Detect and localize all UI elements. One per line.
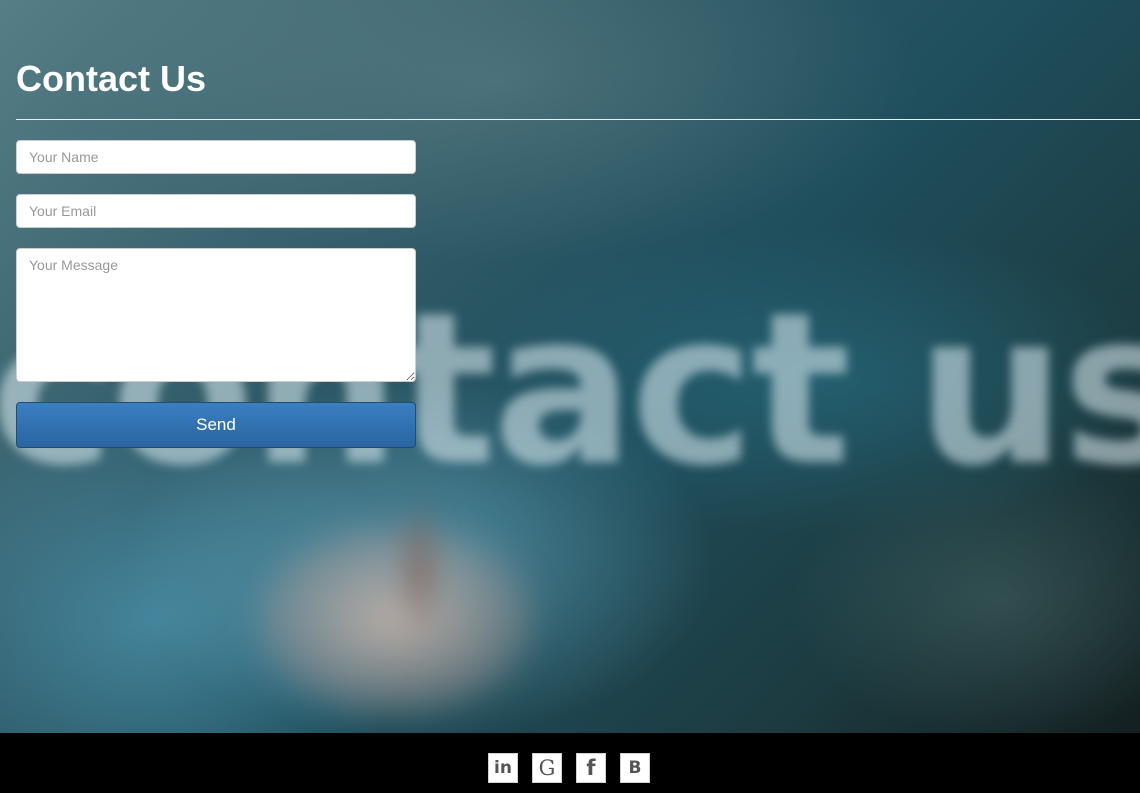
page-title: Contact Us (16, 58, 207, 99)
background-finger-image (390, 490, 450, 640)
linkedin-icon[interactable]: in (488, 753, 518, 783)
message-field[interactable] (16, 248, 416, 382)
title-divider (16, 119, 1140, 120)
send-button[interactable]: Send (16, 402, 416, 448)
google-icon[interactable]: G (532, 753, 562, 783)
email-field[interactable] (16, 194, 416, 228)
blogger-icon[interactable]: B (620, 753, 650, 783)
hero-background: contact us Contact Us Send (0, 0, 1140, 733)
facebook-icon[interactable]: f (576, 753, 606, 783)
footer: in G f B (0, 733, 1140, 793)
name-field[interactable] (16, 140, 416, 174)
